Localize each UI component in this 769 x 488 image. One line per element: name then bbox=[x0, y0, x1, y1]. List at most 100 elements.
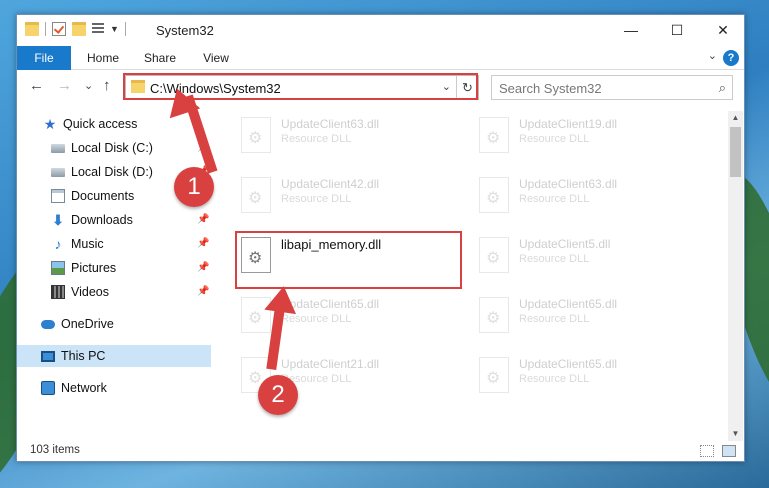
file-item[interactable]: UpdateClient5.dll Resource DLL bbox=[475, 233, 695, 283]
new-folder-icon[interactable] bbox=[72, 22, 86, 36]
sidebar-item-local-disk-d[interactable]: Local Disk (D:) bbox=[51, 161, 153, 183]
file-type: Resource DLL bbox=[281, 193, 352, 205]
dll-file-icon bbox=[479, 237, 509, 273]
file-type: Resource DLL bbox=[281, 133, 352, 145]
disk-icon bbox=[51, 143, 65, 153]
file-name: UpdateClient42.dll bbox=[281, 177, 380, 191]
videos-icon bbox=[51, 285, 65, 299]
network-icon bbox=[41, 381, 55, 395]
sidebar-item-label: Documents bbox=[71, 189, 135, 203]
close-button[interactable]: ✕ bbox=[700, 15, 746, 45]
file-type: Resource DLL bbox=[519, 253, 590, 265]
pin-icon: 📌 bbox=[197, 238, 210, 249]
file-type: Resource DLL bbox=[519, 313, 590, 325]
sidebar-item-pictures[interactable]: Pictures bbox=[51, 257, 116, 279]
download-icon: ⬇ bbox=[52, 212, 64, 228]
sidebar-item-videos[interactable]: Videos bbox=[51, 281, 109, 303]
star-icon: ★ bbox=[43, 116, 57, 132]
file-name: UpdateClient63.dll bbox=[281, 117, 380, 131]
disk-icon bbox=[51, 167, 65, 177]
file-type: Resource DLL bbox=[281, 313, 352, 325]
search-input[interactable]: Search System32 ⌕ bbox=[491, 75, 733, 100]
annotation-arrowhead-2 bbox=[264, 283, 300, 315]
document-icon bbox=[51, 189, 65, 203]
sidebar-item-documents[interactable]: Documents bbox=[51, 185, 134, 207]
file-name: UpdateClient65.dll bbox=[519, 297, 618, 311]
expand-ribbon-icon[interactable]: ⌄ bbox=[708, 49, 717, 62]
sidebar-item-label: Local Disk (C:) bbox=[71, 141, 153, 155]
file-name: UpdateClient19.dll bbox=[519, 117, 618, 131]
file-name: UpdateClient65.dll bbox=[519, 357, 618, 371]
up-button[interactable]: ↑ bbox=[103, 77, 111, 94]
file-item[interactable]: UpdateClient65.dll Resource DLL bbox=[475, 293, 695, 343]
file-highlight bbox=[235, 231, 462, 289]
ribbon-tabs: File Home Share View ⌄ ? bbox=[17, 46, 744, 70]
file-item[interactable]: UpdateClient63.dll Resource DLL bbox=[237, 113, 457, 163]
file-item[interactable]: UpdateClient63.dll Resource DLL bbox=[475, 173, 695, 223]
recent-locations-button[interactable]: ⌄ bbox=[84, 79, 93, 92]
scroll-down-icon[interactable]: ▼ bbox=[728, 427, 743, 441]
dll-file-icon bbox=[479, 357, 509, 393]
search-icon[interactable]: ⌕ bbox=[719, 80, 726, 96]
sidebar-item-quick-access[interactable]: ★ Quick access bbox=[43, 113, 138, 135]
tab-share[interactable]: Share bbox=[137, 46, 183, 70]
tab-file[interactable]: File bbox=[17, 46, 71, 70]
file-type: Resource DLL bbox=[519, 193, 590, 205]
quick-access-toolbar: ▼ bbox=[25, 22, 126, 36]
navigation-pane: ★ Quick access Local Disk (C:) 📌 Local Di… bbox=[17, 111, 213, 441]
file-item[interactable]: UpdateClient19.dll Resource DLL bbox=[475, 113, 695, 163]
minimize-button[interactable]: — bbox=[608, 15, 654, 45]
sidebar-item-label: Pictures bbox=[71, 261, 117, 275]
sidebar-item-local-disk-c[interactable]: Local Disk (C:) bbox=[51, 137, 153, 159]
dll-file-icon bbox=[479, 177, 509, 213]
file-name: UpdateClient21.dll bbox=[281, 357, 380, 371]
status-bar: 103 items bbox=[17, 441, 744, 462]
item-count: 103 items bbox=[30, 444, 80, 456]
sidebar-item-label: Videos bbox=[71, 285, 109, 299]
tab-view[interactable]: View bbox=[195, 46, 237, 70]
dll-file-icon bbox=[241, 117, 271, 153]
sidebar-item-music[interactable]: ♪ Music bbox=[51, 233, 104, 255]
back-button[interactable]: ← bbox=[29, 77, 44, 94]
qat-dropdown-icon[interactable]: ▼ bbox=[110, 24, 119, 34]
scroll-thumb[interactable] bbox=[730, 127, 741, 177]
step-badge-1: 1 bbox=[174, 167, 214, 207]
sidebar-item-label: Network bbox=[61, 381, 107, 395]
step-badge-2: 2 bbox=[258, 375, 298, 415]
title-bar: ▼ System32 — ☐ ✕ bbox=[17, 15, 744, 46]
file-type: Resource DLL bbox=[519, 373, 590, 385]
help-icon[interactable]: ? bbox=[723, 50, 739, 66]
sidebar-item-network[interactable]: Network bbox=[41, 377, 107, 399]
music-icon: ♪ bbox=[54, 236, 62, 252]
search-placeholder: Search System32 bbox=[499, 81, 602, 96]
maximize-button[interactable]: ☐ bbox=[654, 15, 700, 45]
dll-file-icon bbox=[479, 117, 509, 153]
sidebar-item-label: This PC bbox=[61, 349, 106, 363]
scroll-up-icon[interactable]: ▲ bbox=[728, 111, 743, 125]
properties-check-icon[interactable] bbox=[52, 22, 66, 36]
sidebar-item-this-pc[interactable]: This PC bbox=[17, 345, 211, 367]
cloud-icon bbox=[41, 319, 55, 329]
customize-icon[interactable] bbox=[92, 23, 104, 35]
pictures-icon bbox=[51, 261, 65, 275]
sidebar-item-label: Local Disk (D:) bbox=[71, 165, 153, 179]
large-icons-view-icon[interactable] bbox=[722, 445, 736, 457]
file-item[interactable]: UpdateClient65.dll Resource DLL bbox=[475, 353, 695, 403]
window-title: System32 bbox=[156, 23, 214, 38]
file-item[interactable]: UpdateClient42.dll Resource DLL bbox=[237, 173, 457, 223]
sidebar-item-downloads[interactable]: ⬇ Downloads bbox=[51, 209, 133, 231]
toolbar-separator bbox=[124, 22, 126, 36]
details-view-icon[interactable] bbox=[700, 445, 714, 457]
sidebar-item-onedrive[interactable]: OneDrive bbox=[41, 313, 114, 335]
pin-icon: 📌 bbox=[197, 214, 210, 225]
vertical-scrollbar[interactable]: ▲ ▼ bbox=[728, 111, 743, 441]
tab-home[interactable]: Home bbox=[81, 46, 125, 70]
sidebar-item-label: Quick access bbox=[63, 117, 138, 131]
toolbar-separator bbox=[45, 22, 46, 36]
forward-button[interactable]: → bbox=[57, 77, 72, 94]
dll-file-icon bbox=[479, 297, 509, 333]
file-name: UpdateClient5.dll bbox=[519, 237, 611, 251]
sidebar-item-label: OneDrive bbox=[61, 317, 114, 331]
computer-icon bbox=[41, 350, 55, 362]
pin-icon: 📌 bbox=[197, 286, 210, 297]
